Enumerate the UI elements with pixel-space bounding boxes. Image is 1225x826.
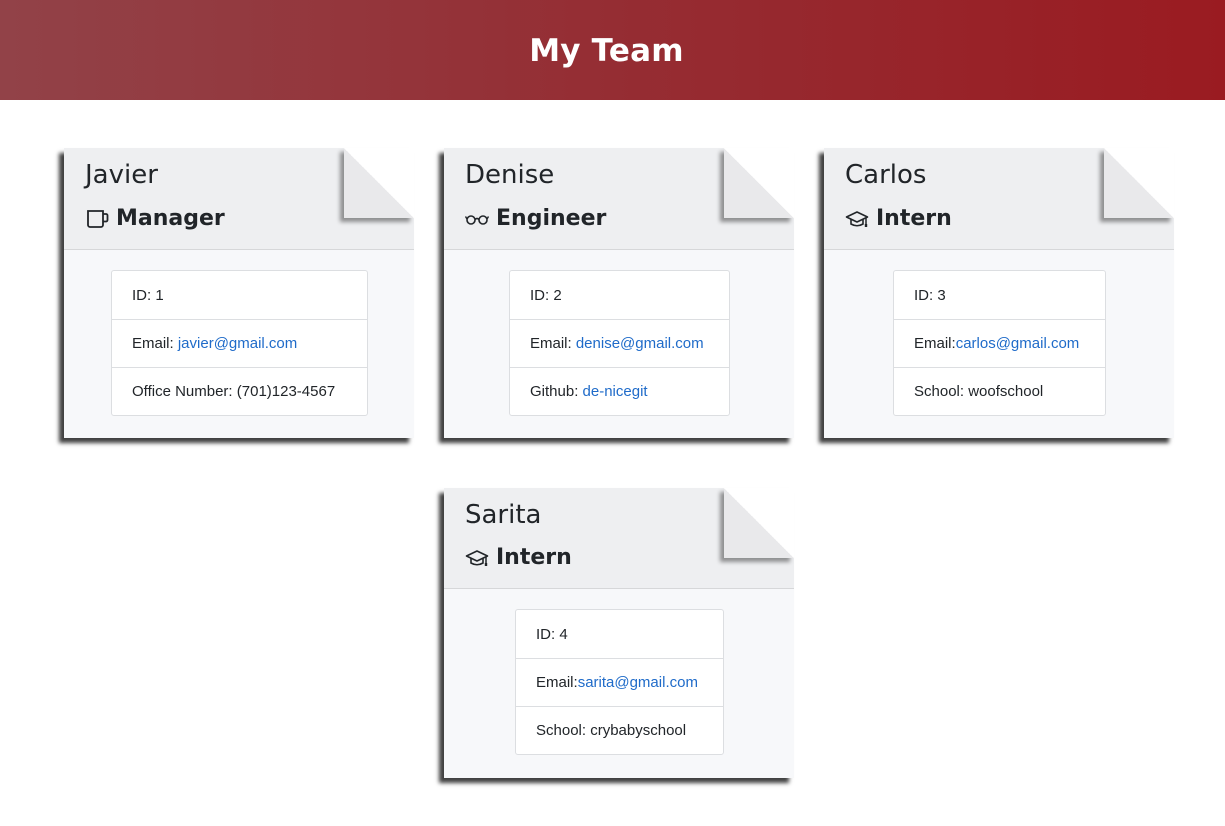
- role-label: Manager: [116, 206, 225, 231]
- employee-name: Javier: [85, 160, 158, 190]
- school-item: School: crybabyschool: [516, 706, 723, 754]
- employee-name: Carlos: [845, 160, 927, 190]
- office-number-item: Office Number: (701)123-4567: [112, 367, 367, 415]
- email-link[interactable]: denise@gmail.com: [576, 335, 704, 352]
- email-item: Email: carlos@gmail.com: [894, 319, 1105, 367]
- employee-card-javier: Javier Manager ID: 1 Email: javier@gmail…: [64, 148, 414, 438]
- email-link[interactable]: carlos@gmail.com: [956, 335, 1080, 352]
- employee-card-denise: Denise Engineer ID: 2 Email: denise@gmai…: [444, 148, 794, 438]
- graduation-cap-icon: [465, 547, 490, 569]
- id-item: ID: 4: [536, 625, 568, 643]
- id-item: ID: 3: [914, 286, 946, 304]
- email-item: Email: sarita@gmail.com: [516, 658, 723, 706]
- employee-card-sarita: Sarita Intern ID: 4 Email: sarita@gmail.c…: [444, 488, 794, 778]
- employee-details-list: ID: 4 Email: sarita@gmail.com School: cry…: [515, 609, 724, 755]
- github-link[interactable]: de-nicegit: [583, 383, 648, 400]
- employee-role: Manager: [85, 206, 225, 231]
- email-link[interactable]: sarita@gmail.com: [578, 674, 698, 691]
- id-item: ID: 1: [132, 286, 164, 304]
- role-label: Intern: [876, 206, 952, 231]
- email-link[interactable]: javier@gmail.com: [178, 335, 297, 352]
- employee-role: Engineer: [465, 206, 606, 231]
- id-item: ID: 2: [530, 286, 562, 304]
- role-label: Engineer: [496, 206, 607, 231]
- email-item: Email: denise@gmail.com: [510, 319, 729, 367]
- employee-role: Intern: [845, 206, 952, 231]
- page-header: My Team: [0, 0, 1225, 100]
- employee-details-list: ID: 2 Email: denise@gmail.com Github: de…: [509, 270, 730, 416]
- employee-name: Sarita: [465, 500, 542, 530]
- mug-icon: [85, 208, 110, 230]
- employee-details-list: ID: 3 Email: carlos@gmail.com School: woo…: [893, 270, 1106, 416]
- employee-name: Denise: [465, 160, 555, 190]
- employee-role: Intern: [465, 545, 572, 570]
- glasses-icon: [465, 208, 490, 230]
- github-item: Github: de-nicegit: [510, 367, 729, 415]
- school-item: School: woofschool: [894, 367, 1105, 415]
- email-item: Email: javier@gmail.com: [112, 319, 367, 367]
- employee-details-list: ID: 1 Email: javier@gmail.com Office Num…: [111, 270, 368, 416]
- page-title: My Team: [529, 33, 684, 69]
- employee-card-carlos: Carlos Intern ID: 3 Email: carlos@gmail.c…: [824, 148, 1174, 438]
- graduation-cap-icon: [845, 208, 870, 230]
- role-label: Intern: [496, 545, 572, 570]
